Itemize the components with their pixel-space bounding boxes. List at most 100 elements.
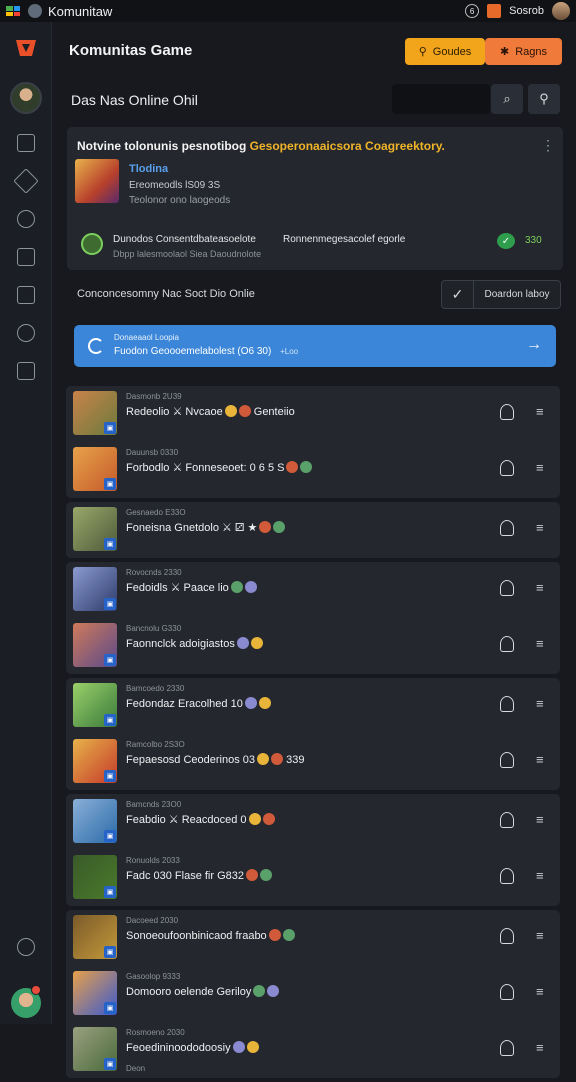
window-right-label[interactable]: Sosrob [509,5,544,17]
chat-icon[interactable] [17,286,35,304]
item-name[interactable]: Fepaesosd Ceoderinos 03 339 [126,753,304,766]
emoji-icon [253,985,266,997]
list-item[interactable]: ▣ Ramcolbo 2S3O Fepaesosd Ceoderinos 03 33… [66,734,560,790]
search-icon: ⚲ [418,46,427,58]
emoji-icon [257,753,270,765]
emoji-icon [236,637,249,649]
menu-icon[interactable]: ≡ [536,984,544,999]
more-options-icon[interactable]: ⋮ [541,137,555,154]
main-content: Komunitas Game ⚲ Goudes ✱ Ragns Das Nas … [53,22,576,1078]
emoji-icon [260,869,273,881]
item-meta: Rovocnds 2330 [126,568,182,577]
list-item[interactable]: ▣ Dasmonb 2U39 Redeolio ⚔ Nvcaoe Genteiio ≡ [66,386,560,442]
item-meta: Dasmonb 2U39 [126,392,182,401]
list-item[interactable]: ▣ Dacoeed 2030 Sonoeoufoonbinicaod fraabo ≡ [66,910,560,966]
user-icon[interactable] [500,460,514,476]
profile-avatar[interactable] [10,82,42,114]
clock-icon[interactable] [17,324,35,342]
user-icon[interactable] [500,1040,514,1056]
platform-badge-icon: ▣ [104,478,116,490]
primary-button[interactable]: ⚲ Goudes [405,38,485,65]
list-item[interactable]: ▣ Dauunsb 0330 Forbodlo ⚔ Fonneseoet: 0 6 … [66,442,560,498]
user-icon[interactable] [500,812,514,828]
item-name[interactable]: Forbodlo ⚔ Fonneseoet: 0 6 5 S [126,461,313,474]
menu-icon[interactable]: ≡ [536,580,544,595]
menu-icon[interactable]: ≡ [536,460,544,475]
user-icon[interactable] [500,752,514,768]
item-name-text: Domooro oelende Geriloy [126,986,252,998]
featured-stat-sub: Dbpp lalesmoolaol Siea Daoudnolote [113,249,262,259]
item-name-text: Fepaesosd Ceoderinos 03 [126,754,256,766]
user-icon[interactable] [500,696,514,712]
secondary-button[interactable]: ✱ Ragns [485,38,562,65]
list-item[interactable]: ▣ Bamcnds 23O0 Feabdio ⚔ Reacdoced 0 ≡ [66,794,560,850]
emoji-icon [282,929,295,941]
game-group: ▣ Gesnaedo E33O Foneisna Gnetdolo ⚔ ⚂ ★ ≡ [66,502,560,558]
list-item[interactable]: ▣ Rosmoeno 2030 Feoedininoododoosiy Deon ≡ [66,1022,560,1078]
item-meta: Dauunsb 0330 [126,448,179,457]
menu-icon[interactable]: ≡ [536,404,544,419]
list-item[interactable]: ▣ Bamcoedo 2330 Fedondaz Eracolhed 10 ≡ [66,678,560,734]
item-name[interactable]: Faonnclck adoigiastos [126,637,263,650]
check-icon: ✓ [442,281,474,308]
featured-game-name[interactable]: Tlodina [129,163,168,175]
gamepad-icon[interactable] [13,168,39,194]
edit-icon[interactable] [17,248,35,266]
emoji-icon [244,697,257,709]
emoji-icon [232,1041,245,1053]
notification-icon[interactable] [17,362,35,380]
menu-icon[interactable]: ≡ [536,696,544,711]
user-icon[interactable] [500,520,514,536]
item-name[interactable]: Redeolio ⚔ Nvcaoe Genteiio [126,405,295,418]
search-input[interactable] [392,84,490,114]
menu-icon[interactable]: ≡ [536,812,544,827]
user-icon[interactable] [500,868,514,884]
list-item[interactable]: ▣ Ronuolds 2033 Fadc 030 Flase fir G832 ≡ [66,850,560,906]
search-button[interactable]: ⚲ [528,84,560,114]
info-banner[interactable]: Donaeaaol Loopia Fuodon Geoooemelabolest… [74,325,556,367]
item-name[interactable]: Fedondaz Eracolhed 10 [126,697,271,710]
store-icon[interactable] [487,4,502,18]
settings-icon[interactable] [17,210,35,228]
item-meta: Ronuolds 2033 [126,856,180,865]
list-item[interactable]: ▣ Gasoolop 9333 Domooro oelende Geriloy ≡ [66,966,560,1022]
item-name[interactable]: Feoedininoododoosiy [126,1041,259,1054]
app-logo-icon[interactable] [14,38,38,60]
menu-icon[interactable]: ≡ [536,636,544,651]
user-icon[interactable] [500,984,514,1000]
item-name[interactable]: Domooro oelende Geriloy [126,985,280,998]
emoji-icon [258,697,271,709]
item-name[interactable]: Foneisna Gnetdolo ⚔ ⚂ ★ [126,521,286,534]
item-name[interactable]: Fedoidls ⚔ Paace lio [126,581,257,594]
emoji-icon [246,869,259,881]
list-item[interactable]: ▣ Rovocnds 2330 Fedoidls ⚔ Paace lio ≡ [66,562,560,618]
user-icon[interactable] [500,404,514,420]
power-icon[interactable] [17,938,35,956]
user-icon[interactable] [500,636,514,652]
item-name[interactable]: Feabdio ⚔ Reacdoced 0 [126,813,275,826]
menu-icon[interactable]: ≡ [536,868,544,883]
featured-card[interactable]: Notvine tolonunis pesnotibog Gesoperonaa… [67,127,563,270]
list-item[interactable]: ▣ Bancnolu G330 Faonnclck adoigiastos ≡ [66,618,560,674]
game-list: ▣ Dasmonb 2U39 Redeolio ⚔ Nvcaoe Genteiio ≡… [66,386,560,1082]
featured-game-thumbnail[interactable] [75,159,119,203]
filter-button[interactable]: ✓ Doardon laboy [441,280,561,309]
menu-icon[interactable]: ≡ [536,520,544,535]
home-icon[interactable] [17,134,35,152]
item-name-text: Sonoeoufoonbinicaod fraabo [126,930,267,942]
item-name[interactable]: Fadc 030 Flase fir G832 [126,869,273,882]
platform-badge-icon: ▣ [104,946,116,958]
list-item[interactable]: ▣ Gesnaedo E33O Foneisna Gnetdolo ⚔ ⚂ ★ ≡ [66,502,560,558]
user-avatar[interactable] [552,2,570,20]
notification-count-icon[interactable]: 6 [465,4,480,18]
menu-icon[interactable]: ≡ [536,1040,544,1055]
item-name[interactable]: Sonoeoufoonbinicaod fraabo [126,929,295,942]
emoji-icon [244,581,257,593]
arrow-right-icon[interactable]: → [526,336,542,354]
menu-icon[interactable]: ≡ [536,928,544,943]
banner-tag: +Loo [280,347,299,356]
menu-icon[interactable]: ≡ [536,752,544,767]
user-icon[interactable] [500,580,514,596]
user-icon[interactable] [500,928,514,944]
filter-icon[interactable]: ⌕ [491,84,523,114]
